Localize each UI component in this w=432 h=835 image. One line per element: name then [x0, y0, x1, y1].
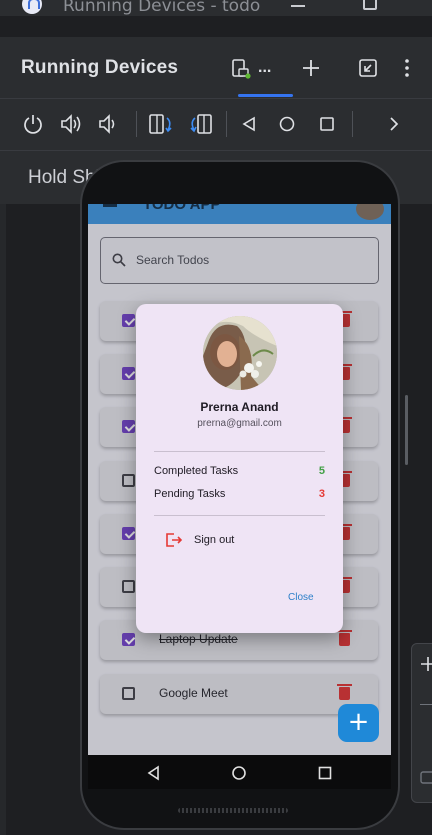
pending-tasks-count: 3 [318, 488, 325, 500]
rotate-right-icon[interactable] [188, 112, 214, 136]
pending-tasks-label: Pending Tasks [154, 488, 226, 500]
emulator-side-panel [411, 643, 432, 803]
more-options-icon[interactable] [400, 57, 414, 79]
divider [154, 451, 325, 452]
zoom-in-icon[interactable] [420, 656, 432, 672]
sign-out-button[interactable]: Sign out [194, 534, 234, 546]
completed-tasks-label: Completed Tasks [154, 465, 239, 477]
device-tab-label[interactable]: ... [258, 59, 271, 77]
panel-title: Running Devices [21, 57, 179, 78]
device-tab-icon[interactable] [231, 59, 251, 79]
profile-email: prerna@gmail.com [197, 418, 282, 429]
sign-out-icon[interactable] [164, 531, 184, 549]
nav-back-icon[interactable] [146, 765, 162, 781]
completed-tasks-count: 5 [318, 465, 325, 477]
fit-screen-icon[interactable] [420, 769, 432, 785]
active-tab-indicator [238, 94, 293, 97]
phone-speaker [178, 808, 288, 813]
scrollbar[interactable] [405, 395, 408, 465]
toolbar-separator [226, 111, 227, 137]
nav-home-icon[interactable] [231, 765, 247, 781]
minimize-icon[interactable] [291, 5, 305, 7]
device-toolbar [0, 98, 432, 150]
window-title: Running Devices - todo [63, 0, 261, 16]
os-title-bar: Running Devices - todo [0, 0, 432, 16]
volume-down-icon[interactable] [98, 113, 120, 135]
home-icon[interactable] [278, 115, 296, 133]
rotate-left-icon[interactable] [148, 112, 174, 136]
android-nav-bar [88, 755, 391, 789]
pending-tasks-row: Pending Tasks 3 [154, 488, 325, 502]
volume-up-icon[interactable] [60, 113, 84, 135]
nav-overview-icon[interactable] [317, 765, 333, 781]
chevron-right-icon[interactable] [386, 115, 402, 133]
back-icon[interactable] [240, 115, 258, 133]
android-studio-icon [22, 0, 42, 14]
overview-icon[interactable] [318, 115, 336, 133]
add-todo-button[interactable]: + [338, 704, 379, 742]
maximize-icon[interactable] [363, 0, 377, 10]
toolbar-separator [352, 111, 353, 137]
zoom-out-icon[interactable] [420, 704, 432, 705]
close-button[interactable]: Close [288, 592, 314, 603]
completed-tasks-row: Completed Tasks 5 [154, 465, 325, 479]
profile-photo [203, 316, 277, 390]
running-devices-header: Running Devices ... [0, 36, 432, 98]
power-icon[interactable] [22, 113, 44, 135]
toolbar-separator [136, 111, 137, 137]
profile-name: Prerna Anand [200, 400, 279, 414]
divider [154, 515, 325, 516]
add-device-icon[interactable] [300, 57, 322, 79]
restore-layout-icon[interactable] [358, 58, 378, 78]
left-gutter [0, 204, 6, 835]
profile-dialog: Prerna Anand prerna@gmail.com Completed … [136, 304, 343, 633]
